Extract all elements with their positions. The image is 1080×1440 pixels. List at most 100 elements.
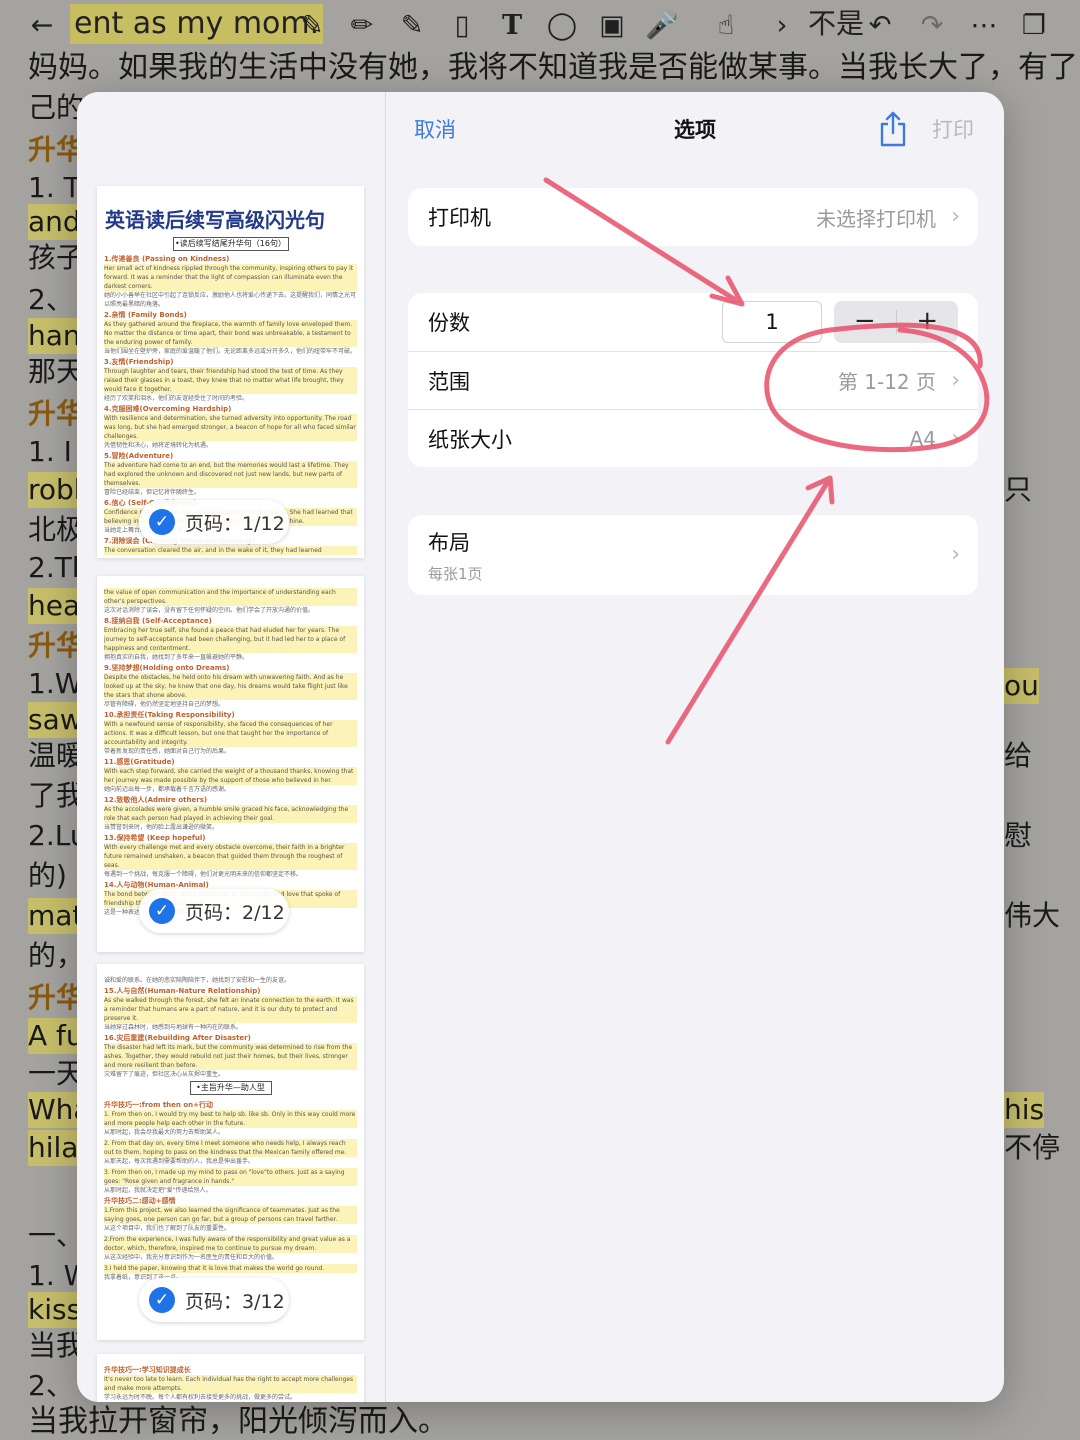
note-text-left: 当我 (28, 1329, 85, 1362)
note-text-left: 那天 (28, 355, 85, 388)
chevron-right-icon[interactable]: › (762, 6, 802, 46)
section-box: •主旨升华—助人型 (189, 1081, 272, 1095)
text-tool-icon[interactable]: T (492, 6, 532, 46)
printer-label: 打印机 (428, 206, 491, 230)
preview-text-block: 升华技巧一:学习知识提成长 It's never too late to lear… (97, 1366, 364, 1402)
layout-row[interactable]: 布局 每张1页 › (408, 515, 978, 595)
note-text-left: 升华 (28, 629, 85, 662)
print-button[interactable]: 打印 (932, 114, 974, 144)
pen-icon[interactable]: ✎ (292, 6, 332, 46)
layout-group: 布局 每张1页 › (408, 515, 978, 595)
preview-heading: 13.保持希望 (Keep hopeful) (104, 834, 206, 842)
preview-heading: 8.接纳自我 (Self-Acceptance) (104, 617, 212, 625)
copies-row: 份数 1 − + (408, 293, 978, 351)
copies-label: 份数 (428, 311, 470, 335)
note-text-left: han (28, 318, 81, 354)
note-text-right: 给 (1004, 739, 1033, 772)
copies-stepper[interactable]: − + (834, 301, 958, 343)
preview-text-block: 3.友情(Friendship) Through laughter and tea… (97, 358, 364, 403)
preview-heading: 升华技巧二:感动+感情 (104, 1197, 176, 1205)
preview-paragraph: 1. From then on, I would try my best to … (104, 1110, 357, 1128)
note-text-left: A fu (28, 1018, 84, 1054)
pencil-icon[interactable]: ✏ (342, 6, 382, 46)
note-text-line: 妈妈。如果我的生活中没有她，我将不知道我是否能做某事。当我长大了，有了自 (28, 50, 1080, 85)
printer-group: 打印机 未选择打印机 › (408, 188, 978, 246)
preview-paragraph: As the accolades were given, a humble sm… (104, 805, 357, 823)
options-panel: 取消 选项 打印 打印机 未选择打印机 › 份数 1 − + 范围 第 1-12… (386, 92, 1004, 1402)
page-number-badge[interactable]: ✓ 页码：3/12 (139, 1278, 289, 1322)
note-toolbar: ← ent as my mom. ✎ ✏ ✎ ▯ T ◯ ▣ 🎤 ☝ › 不是 … (0, 0, 1080, 50)
page-number-label: 页码：3/12 (185, 1290, 285, 1313)
note-text-left: 1.W (28, 667, 83, 700)
preview-paragraph: 从那天起，每次我遇到需要帮助的人，我总是伸出援手。 (104, 1158, 255, 1165)
preview-text-block: 4.克服困难(Overcoming Hardship) With resilien… (97, 405, 364, 450)
undo-icon[interactable]: ↶ (860, 6, 900, 46)
highlighter-icon[interactable]: ✎ (392, 6, 432, 46)
eraser-icon[interactable]: ▯ (442, 6, 482, 46)
increment-button[interactable]: + (897, 301, 959, 343)
note-text-left: 温暖 (28, 739, 85, 772)
preview-text-block: 2. From that day on, every time I meet s… (97, 1139, 364, 1166)
lasso-icon[interactable]: ◯ (542, 6, 582, 46)
preview-heading: 3.友情(Friendship) (104, 358, 174, 366)
language-indicator[interactable]: 不是 (808, 4, 864, 44)
note-text-right: 不停 (1004, 1131, 1061, 1164)
preview-text-block: 诚和爱的联系。在她的悲实陪陶陪伴下，她找到了安慰和一生的友谊。 (97, 976, 364, 985)
page-subtitle: •读后续写结尾升华句（16句） (172, 237, 289, 251)
preview-text-block: 升华技巧二:感动+感情 1.From this project, we also … (97, 1197, 364, 1233)
note-text-left: 2、 (28, 283, 74, 316)
preview-text-block: 16.灾后重建(Rebuilding After Disaster) The di… (97, 1034, 364, 1079)
chevron-right-icon: › (951, 367, 960, 393)
note-text-left: 一、 (28, 1219, 85, 1252)
preview-paragraph: 每遇到一个挑战，每克服一个障碍，他们对更光明未来的信仰都坚定不移。 (104, 871, 303, 878)
preview-paragraph: Embracing her true self, she found a pea… (104, 626, 357, 653)
chevron-right-icon: › (951, 542, 960, 567)
redo-icon[interactable]: ↷ (912, 6, 952, 46)
back-arrow-icon[interactable]: ← (22, 6, 62, 46)
paper-size-label: 纸张大小 (428, 427, 512, 452)
preview-page-4[interactable]: 升华技巧一:学习知识提成长 It's never too late to lear… (97, 1354, 364, 1402)
range-row[interactable]: 范围 第 1-12 页 › (408, 351, 978, 409)
microphone-icon[interactable]: 🎤 (642, 6, 682, 46)
hand-draw-icon[interactable]: ☝ (706, 6, 746, 46)
note-text-left: 了我 (28, 779, 85, 812)
note-text-right: ou (1004, 668, 1039, 704)
note-text-left: 1. T (28, 171, 81, 204)
page-number-badge[interactable]: ✓ 页码：1/12 (139, 500, 289, 544)
page-number-badge[interactable]: ✓ 页码：2/12 (139, 889, 289, 933)
preview-paragraph: 凭借韧性和决心，她将逆境转化为机遇。 (104, 442, 213, 449)
preview-paragraph: Her small act of kindness rippled throug… (104, 264, 357, 291)
preview-paragraph: 她的小小善举在社区中引起了连锁反应，激励他人也将爱心传递下去。这提醒我们，同情之… (104, 292, 357, 308)
note-text-left: 1. I (28, 435, 72, 468)
preview-text-block: 2.From the experience, I was fully aware… (97, 1235, 364, 1262)
note-text-left: 2、 (28, 1369, 74, 1402)
page-number-label: 页码：1/12 (185, 512, 285, 535)
image-icon[interactable]: ▣ (592, 6, 632, 46)
page-preview-column[interactable]: 英语读后续写高级闪光句 •读后续写结尾升华句（16句） 1.传递善良 (Pass… (77, 92, 386, 1402)
preview-text-block: 1.传递善良 (Passing on Kindness) Her small ac… (97, 255, 364, 309)
preview-paragraph: 从这个项目中，我们也了解到了队友的重要性。 (104, 1225, 231, 1232)
preview-paragraph: 经历了欢笑和泪水，他们的友谊经受住了时间的考验。 (104, 395, 249, 402)
preview-paragraph: Through laughter and tears, their friend… (104, 367, 357, 394)
preview-heading: 10.承担责任(Taking Responsibility) (104, 711, 235, 719)
decrement-button[interactable]: − (834, 301, 896, 343)
preview-paragraph: With every challenge met and every obsta… (104, 843, 357, 870)
more-options-icon[interactable]: ⋯ (964, 6, 1004, 46)
preview-paragraph: As she walked through the forest, she fe… (104, 996, 357, 1023)
printer-row[interactable]: 打印机 未选择打印机 › (408, 188, 978, 246)
pages-icon[interactable]: ❐ (1014, 6, 1054, 46)
share-icon[interactable] (876, 110, 910, 148)
preview-paragraph: Despite the obstacles, he held onto his … (104, 673, 357, 700)
preview-heading: 升华技巧一:学习知识提成长 (104, 1366, 191, 1374)
paper-size-row[interactable]: 纸张大小 A4 › (408, 409, 978, 467)
note-text-left: and (28, 204, 81, 240)
preview-paragraph: 这次对话消除了误会，没有留下任何怀疑的空间。他们学会了开放沟通的价值。 (104, 607, 315, 614)
copies-input[interactable]: 1 (722, 301, 822, 343)
note-text-right: his (1004, 1092, 1045, 1128)
options-title: 选项 (674, 118, 716, 142)
preview-paragraph: 1.From this project, we also learned the… (104, 1206, 357, 1224)
preview-paragraph: 拥抱真实的自我，她找到了多年来一直躲避她的平静。 (104, 654, 249, 661)
note-text-left: 己的 (28, 91, 85, 124)
note-text-right: 伟大 (1004, 899, 1061, 932)
preview-heading: 1.传递善良 (Passing on Kindness) (104, 255, 230, 263)
